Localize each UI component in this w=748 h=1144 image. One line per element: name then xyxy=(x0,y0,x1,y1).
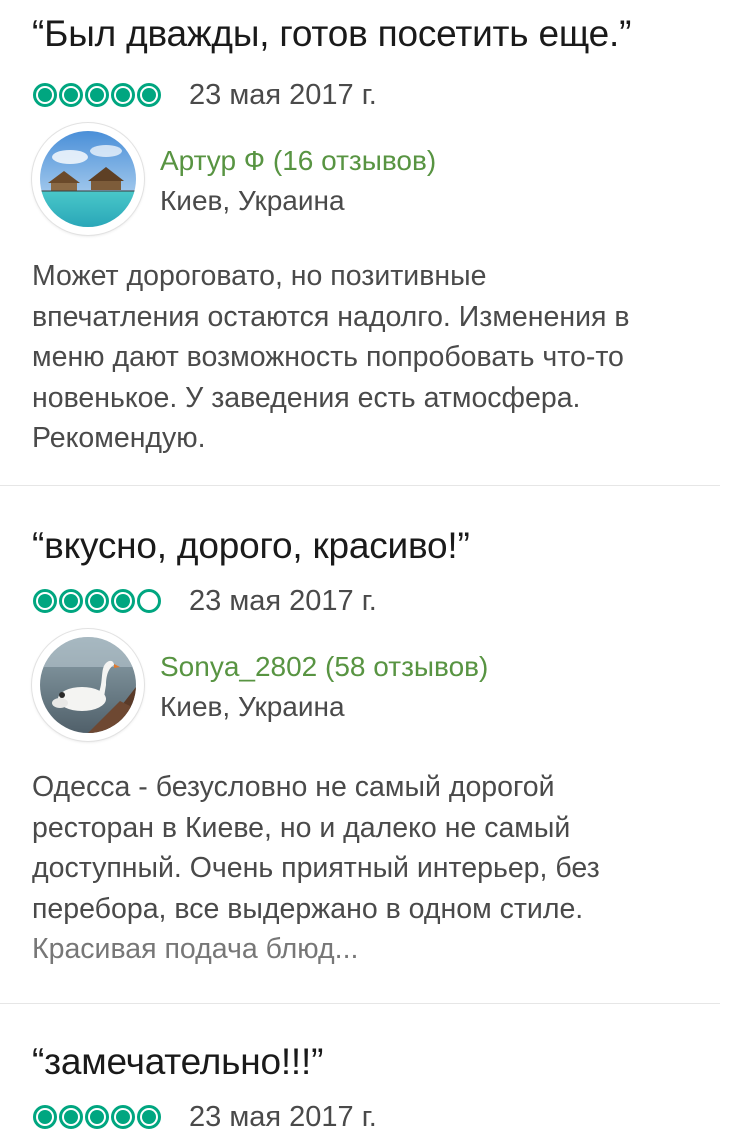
rating-bubble-icon xyxy=(85,589,109,613)
avatar[interactable] xyxy=(32,629,144,741)
review-body-line: новенькое. У заведения есть атмосфера. xyxy=(32,381,581,414)
rating-bubble-icon xyxy=(137,83,161,107)
tropical-bungalow-photo-icon xyxy=(40,131,136,227)
review-date: 23 мая 2017 г. xyxy=(189,78,377,111)
rating-bubble-icon xyxy=(137,1105,161,1129)
rating-row: 23 мая 2017 г. xyxy=(33,79,377,111)
rating-bubble-icon xyxy=(111,589,135,613)
review-body-line: Рекомендую. xyxy=(32,422,206,454)
author-block: Артур Ф (16 отзывов) Киев, Украина xyxy=(32,123,732,235)
rating-bubble-icon xyxy=(111,83,135,107)
review-body: Может дороговато, но позитивные впечатле… xyxy=(32,256,722,459)
rating-bubble-icon xyxy=(59,83,83,107)
rating-bubble-icon xyxy=(33,1105,57,1129)
review-title[interactable]: “вкусно, дорого, красиво!” xyxy=(32,525,470,567)
swan-photo-icon xyxy=(40,637,136,733)
review-body-line: доступный. Очень приятный интерьер, без xyxy=(32,852,600,884)
bubble-rating xyxy=(33,83,161,107)
review-date: 23 мая 2017 г. xyxy=(189,584,377,617)
author-location: Киев, Украина xyxy=(160,691,345,722)
author-block: Sonya_2802 (58 отзывов) Киев, Украина xyxy=(32,629,732,741)
rating-row: 23 мая 2017 г. xyxy=(33,1101,377,1133)
review-date: 23 мая 2017 г. xyxy=(189,1100,377,1133)
review-body-line: перебора, все выдержано в одном стиле. xyxy=(32,892,584,925)
rating-bubble-icon xyxy=(85,1105,109,1129)
rating-bubble-icon xyxy=(33,83,57,107)
review-more-link[interactable]: Красивая подача блюд... xyxy=(32,929,722,970)
rating-bubble-icon xyxy=(111,1105,135,1129)
review-body-line: впечатления остаются надолго. Изменения … xyxy=(32,300,630,333)
bubble-rating xyxy=(33,1105,161,1129)
rating-bubble-icon xyxy=(59,589,83,613)
author-name-link[interactable]: Sonya_2802 (58 отзывов) xyxy=(160,651,488,683)
review-body-line: ресторан в Киеве, но и далеко не самый xyxy=(32,811,571,844)
rating-bubble-icon xyxy=(85,83,109,107)
review-body-line: меню дают возможность попробовать что-то xyxy=(32,341,624,373)
review-divider xyxy=(0,485,720,486)
review-title[interactable]: “замечательно!!!” xyxy=(32,1041,323,1083)
bubble-rating xyxy=(33,589,161,613)
author-location: Киев, Украина xyxy=(160,185,345,216)
avatar[interactable] xyxy=(32,123,144,235)
rating-bubble-empty-icon xyxy=(137,589,161,613)
rating-bubble-icon xyxy=(59,1105,83,1129)
author-name-link[interactable]: Артур Ф (16 отзывов) xyxy=(160,145,436,177)
review-title[interactable]: “Был дважды, готов посетить еще.” xyxy=(32,13,631,55)
review-divider xyxy=(0,1003,720,1004)
review-body: Одесса - безусловно не самый дорогой рес… xyxy=(32,767,722,970)
rating-bubble-icon xyxy=(33,589,57,613)
review-body-line: Одесса - безусловно не самый дорогой xyxy=(32,771,555,803)
review-body-line: Может дороговато, но позитивные xyxy=(32,260,487,292)
rating-row: 23 мая 2017 г. xyxy=(33,585,377,617)
